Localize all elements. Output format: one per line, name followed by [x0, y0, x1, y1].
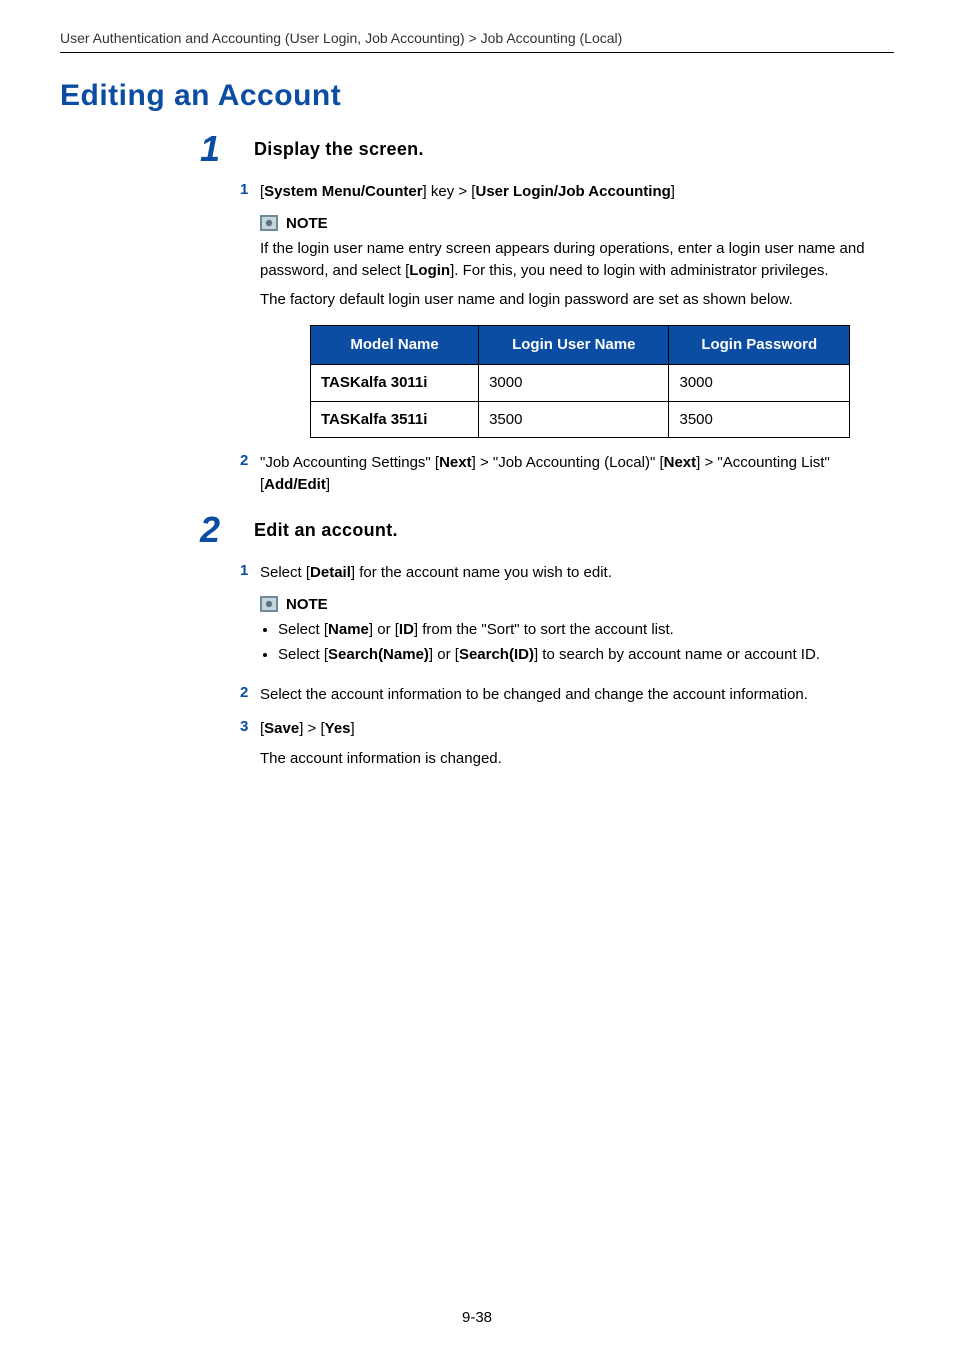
text: ]. For this, you need to login with admi… — [450, 262, 829, 279]
col-login-pass: Login Password — [669, 326, 850, 365]
bold-text: Search(Name) — [328, 646, 429, 663]
bold-text: Next — [664, 454, 697, 471]
section-heading-1: Display the screen. — [254, 139, 424, 160]
note-box-2: NOTE Select [Name] or [ID] from the "Sor… — [260, 596, 894, 667]
table-row: TASKalfa 3511i 3500 3500 — [311, 401, 850, 438]
note-body: Select [Name] or [ID] from the "Sort" to… — [260, 619, 894, 667]
cell-model: TASKalfa 3511i — [311, 401, 479, 438]
bold-text: Save — [264, 720, 299, 737]
note-bullet: Select [Search(Name)] or [Search(ID)] to… — [278, 644, 894, 666]
bold-text: Add/Edit — [264, 476, 326, 493]
bold-text: User Login/Job Accounting — [475, 183, 670, 200]
section-number-1: 1 — [200, 131, 240, 167]
page-container: User Authentication and Accounting (User… — [0, 0, 954, 1350]
bold-text: System Menu/Counter — [264, 183, 422, 200]
text: ] to search by account name or account I… — [534, 646, 820, 663]
section1-steps-cont: 2 "Job Accounting Settings" [Next] > "Jo… — [240, 452, 894, 496]
step-row: 2 Select the account information to be c… — [240, 684, 894, 706]
text: Select [ — [260, 564, 310, 581]
step-row: 1 [System Menu/Counter] key > [User Logi… — [240, 181, 894, 203]
col-model-name: Model Name — [311, 326, 479, 365]
step-body: Select [Detail] for the account name you… — [260, 562, 894, 584]
note-label: NOTE — [286, 596, 328, 613]
step-body: [System Menu/Counter] key > [User Login/… — [260, 181, 894, 203]
step-number: 3 — [240, 718, 260, 735]
section-2: 2 Edit an account. — [200, 512, 894, 548]
text: Select [ — [278, 621, 328, 638]
text: ] for the account name you wish to edit. — [351, 564, 612, 581]
note-head: NOTE — [260, 215, 894, 232]
model-table: Model Name Login User Name Login Passwor… — [310, 325, 850, 438]
result-text: The account information is changed. — [260, 748, 894, 770]
note-box-1: NOTE If the login user name entry screen… — [260, 215, 894, 439]
cell-model: TASKalfa 3011i — [311, 364, 479, 401]
note-label: NOTE — [286, 215, 328, 232]
bold-text: Name — [328, 621, 369, 638]
bold-text: Yes — [325, 720, 351, 737]
bold-text: Search(ID) — [459, 646, 534, 663]
note-icon — [260, 215, 278, 231]
step-number: 2 — [240, 684, 260, 701]
bold-text: ID — [399, 621, 414, 638]
note-bullet: Select [Name] or [ID] from the "Sort" to… — [278, 619, 894, 641]
text: Select [ — [278, 646, 328, 663]
text: ] or [ — [369, 621, 399, 638]
note-body: If the login user name entry screen appe… — [260, 238, 894, 439]
section-1: 1 Display the screen. — [200, 131, 894, 167]
cell-user: 3000 — [479, 364, 669, 401]
table-row: TASKalfa 3011i 3000 3000 — [311, 364, 850, 401]
table-header-row: Model Name Login User Name Login Passwor… — [311, 326, 850, 365]
section-number-2: 2 — [200, 512, 240, 548]
text: "Job Accounting Settings" [ — [260, 454, 439, 471]
text: ] or [ — [429, 646, 459, 663]
section2-steps-cont: 2 Select the account information to be c… — [240, 684, 894, 769]
step-number: 2 — [240, 452, 260, 469]
text: ] from the "Sort" to sort the account li… — [414, 621, 674, 638]
text: ] > [ — [299, 720, 324, 737]
note-head: NOTE — [260, 596, 894, 613]
section1-steps: 1 [System Menu/Counter] key > [User Logi… — [240, 181, 894, 203]
page-number: 9-38 — [0, 1309, 954, 1326]
section2-steps: 1 Select [Detail] for the account name y… — [240, 562, 894, 584]
text: ] — [671, 183, 675, 200]
cell-pass: 3000 — [669, 364, 850, 401]
bold-text: Next — [439, 454, 472, 471]
step-row: 3 [Save] > [Yes] The account information… — [240, 718, 894, 770]
breadcrumb: User Authentication and Accounting (User… — [60, 30, 894, 53]
section-heading-2: Edit an account. — [254, 520, 398, 541]
step-row: 2 "Job Accounting Settings" [Next] > "Jo… — [240, 452, 894, 496]
step-body: [Save] > [Yes] The account information i… — [260, 718, 894, 770]
page-title: Editing an Account — [60, 79, 894, 113]
note-icon — [260, 596, 278, 612]
step-body: Select the account information to be cha… — [260, 684, 894, 706]
bold-text: Detail — [310, 564, 351, 581]
text: ] key > [ — [423, 183, 476, 200]
col-login-user: Login User Name — [479, 326, 669, 365]
note-text-line: The factory default login user name and … — [260, 289, 894, 311]
cell-pass: 3500 — [669, 401, 850, 438]
text: ] — [351, 720, 355, 737]
step-number: 1 — [240, 562, 260, 579]
step-number: 1 — [240, 181, 260, 198]
bold-text: Login — [409, 262, 450, 279]
step-row: 1 Select [Detail] for the account name y… — [240, 562, 894, 584]
text: ] — [326, 476, 330, 493]
cell-user: 3500 — [479, 401, 669, 438]
text: ] > "Job Accounting (Local)" [ — [472, 454, 664, 471]
step-body: "Job Accounting Settings" [Next] > "Job … — [260, 452, 894, 496]
